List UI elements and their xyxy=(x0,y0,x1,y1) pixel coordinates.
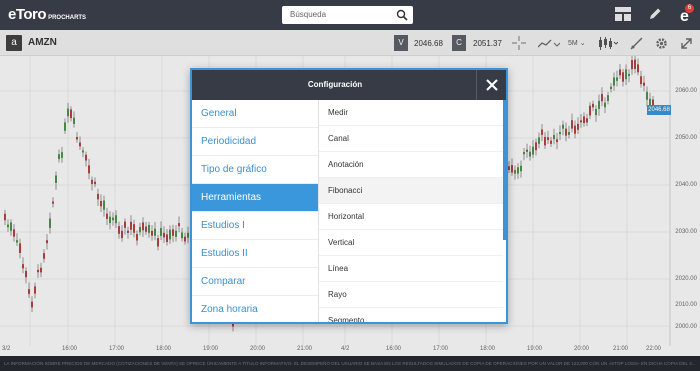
settings-category-list: General Periodicidad Tipo de gráfico Her… xyxy=(192,100,319,322)
search-placeholder: Búsqueda xyxy=(290,10,327,19)
category-periodicidad[interactable]: Periodicidad xyxy=(192,128,318,156)
tool-vertical[interactable]: Vertical xyxy=(319,230,503,256)
close-icon xyxy=(486,79,498,91)
close-button[interactable] xyxy=(476,70,506,100)
category-estudios-ii[interactable]: Estudios II xyxy=(192,240,318,268)
tool-rayo[interactable]: Rayo xyxy=(319,282,503,308)
category-zona-horaria[interactable]: Zona horaria xyxy=(192,296,318,322)
etoro-logo[interactable]: eToro PROCHARTS xyxy=(8,6,86,23)
disclaimer-footer: LA INFORMACIÓN SOBRE PRECIOS DE MERCADO … xyxy=(0,356,700,371)
tool-medir[interactable]: Medir xyxy=(319,100,503,126)
category-estudios-i[interactable]: Estudios I xyxy=(192,212,318,240)
tool-segmento[interactable]: Segmento xyxy=(319,308,503,322)
avatar[interactable]: e 6 xyxy=(678,4,696,30)
layout-icon[interactable] xyxy=(615,7,631,21)
tool-list-scrollbar[interactable] xyxy=(503,100,506,240)
dialog-title: Configuración xyxy=(307,80,363,89)
search-box[interactable]: Búsqueda xyxy=(282,6,413,24)
settings-dialog: Configuración General Periodicidad Tipo … xyxy=(190,68,508,324)
tool-linea[interactable]: Línea xyxy=(319,256,503,282)
category-general[interactable]: General xyxy=(192,100,318,128)
tool-fibonacci[interactable]: Fibonacci xyxy=(319,178,503,204)
category-tipo-de-grafico[interactable]: Tipo de gráfico xyxy=(192,156,318,184)
search-icon[interactable] xyxy=(396,9,408,21)
notification-badge: 6 xyxy=(685,4,694,13)
tool-list: Medir Canal Anotación Fibonacci Horizont… xyxy=(319,100,503,322)
tool-canal[interactable]: Canal xyxy=(319,126,503,152)
category-comparar[interactable]: Comparar xyxy=(192,268,318,296)
pencil-icon[interactable] xyxy=(648,7,662,21)
tool-horizontal[interactable]: Horizontal xyxy=(319,204,503,230)
tool-anotacion[interactable]: Anotación xyxy=(319,152,503,178)
category-herramientas[interactable]: Herramientas xyxy=(192,184,318,212)
top-bar: eToro PROCHARTS Búsqueda e 6 xyxy=(0,0,700,30)
dialog-header: Configuración xyxy=(192,70,506,100)
